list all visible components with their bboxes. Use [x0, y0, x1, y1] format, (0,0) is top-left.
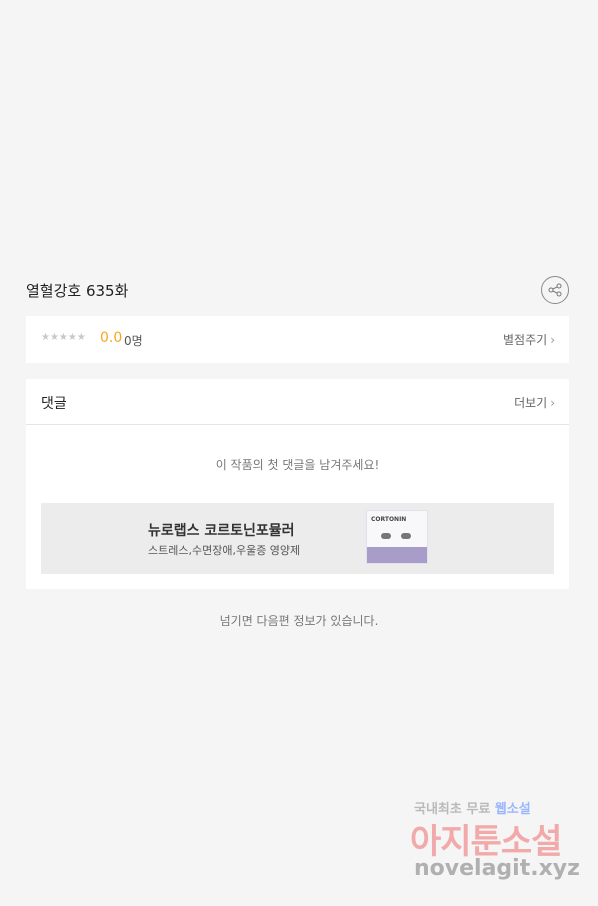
watermark-url: novelagit.xyz — [414, 856, 580, 881]
ad-subtitle: 스트레스,수면장애,우울증 영양제 — [148, 544, 301, 557]
share-icon — [548, 283, 562, 297]
comment-header: 댓글 더보기 › — [26, 379, 569, 425]
product-stripe — [367, 547, 427, 563]
ad-product-label: CORTONIN — [371, 516, 407, 523]
comment-card: 댓글 더보기 › 이 작품의 첫 댓글을 남겨주세요! 뉴로랩스 코르토닌포뮬러 … — [26, 379, 569, 589]
chevron-right-icon: › — [550, 396, 555, 410]
rating-card: ★★★★★ 0.0 0명 별점주기 › — [26, 316, 569, 363]
rate-button[interactable]: 별점주기 › — [503, 331, 555, 348]
rating-score: 0.0 — [100, 330, 123, 346]
episode-header: 열혈강호 635화 — [26, 276, 569, 306]
rating-count: 0명 — [124, 334, 143, 348]
site-watermark: 국내최초 무료 웹소설 아지툰소설 novelagit.xyz — [410, 798, 585, 888]
chevron-right-icon: › — [550, 333, 555, 347]
pill-icon — [401, 533, 411, 539]
ad-product-image: CORTONIN — [366, 510, 428, 564]
rating-stars: ★★★★★ — [41, 332, 86, 343]
more-comments-link[interactable]: 더보기 › — [514, 394, 555, 411]
rate-button-label: 별점주기 — [503, 333, 548, 347]
more-comments-label: 더보기 — [514, 396, 548, 410]
pill-icon — [381, 533, 391, 539]
episode-title: 열혈강호 635화 — [26, 282, 129, 300]
empty-comments-message: 이 작품의 첫 댓글을 남겨주세요! — [215, 458, 380, 472]
next-episode-info: 넘기면 다음편 정보가 있습니다. — [219, 614, 379, 628]
comment-title: 댓글 — [41, 396, 67, 412]
ad-title: 뉴로랩스 코르토닌포뮬러 — [148, 523, 295, 539]
share-button[interactable] — [541, 276, 569, 304]
ad-banner[interactable]: 뉴로랩스 코르토닌포뮬러 스트레스,수면장애,우울증 영양제 CORTONIN — [41, 503, 554, 574]
